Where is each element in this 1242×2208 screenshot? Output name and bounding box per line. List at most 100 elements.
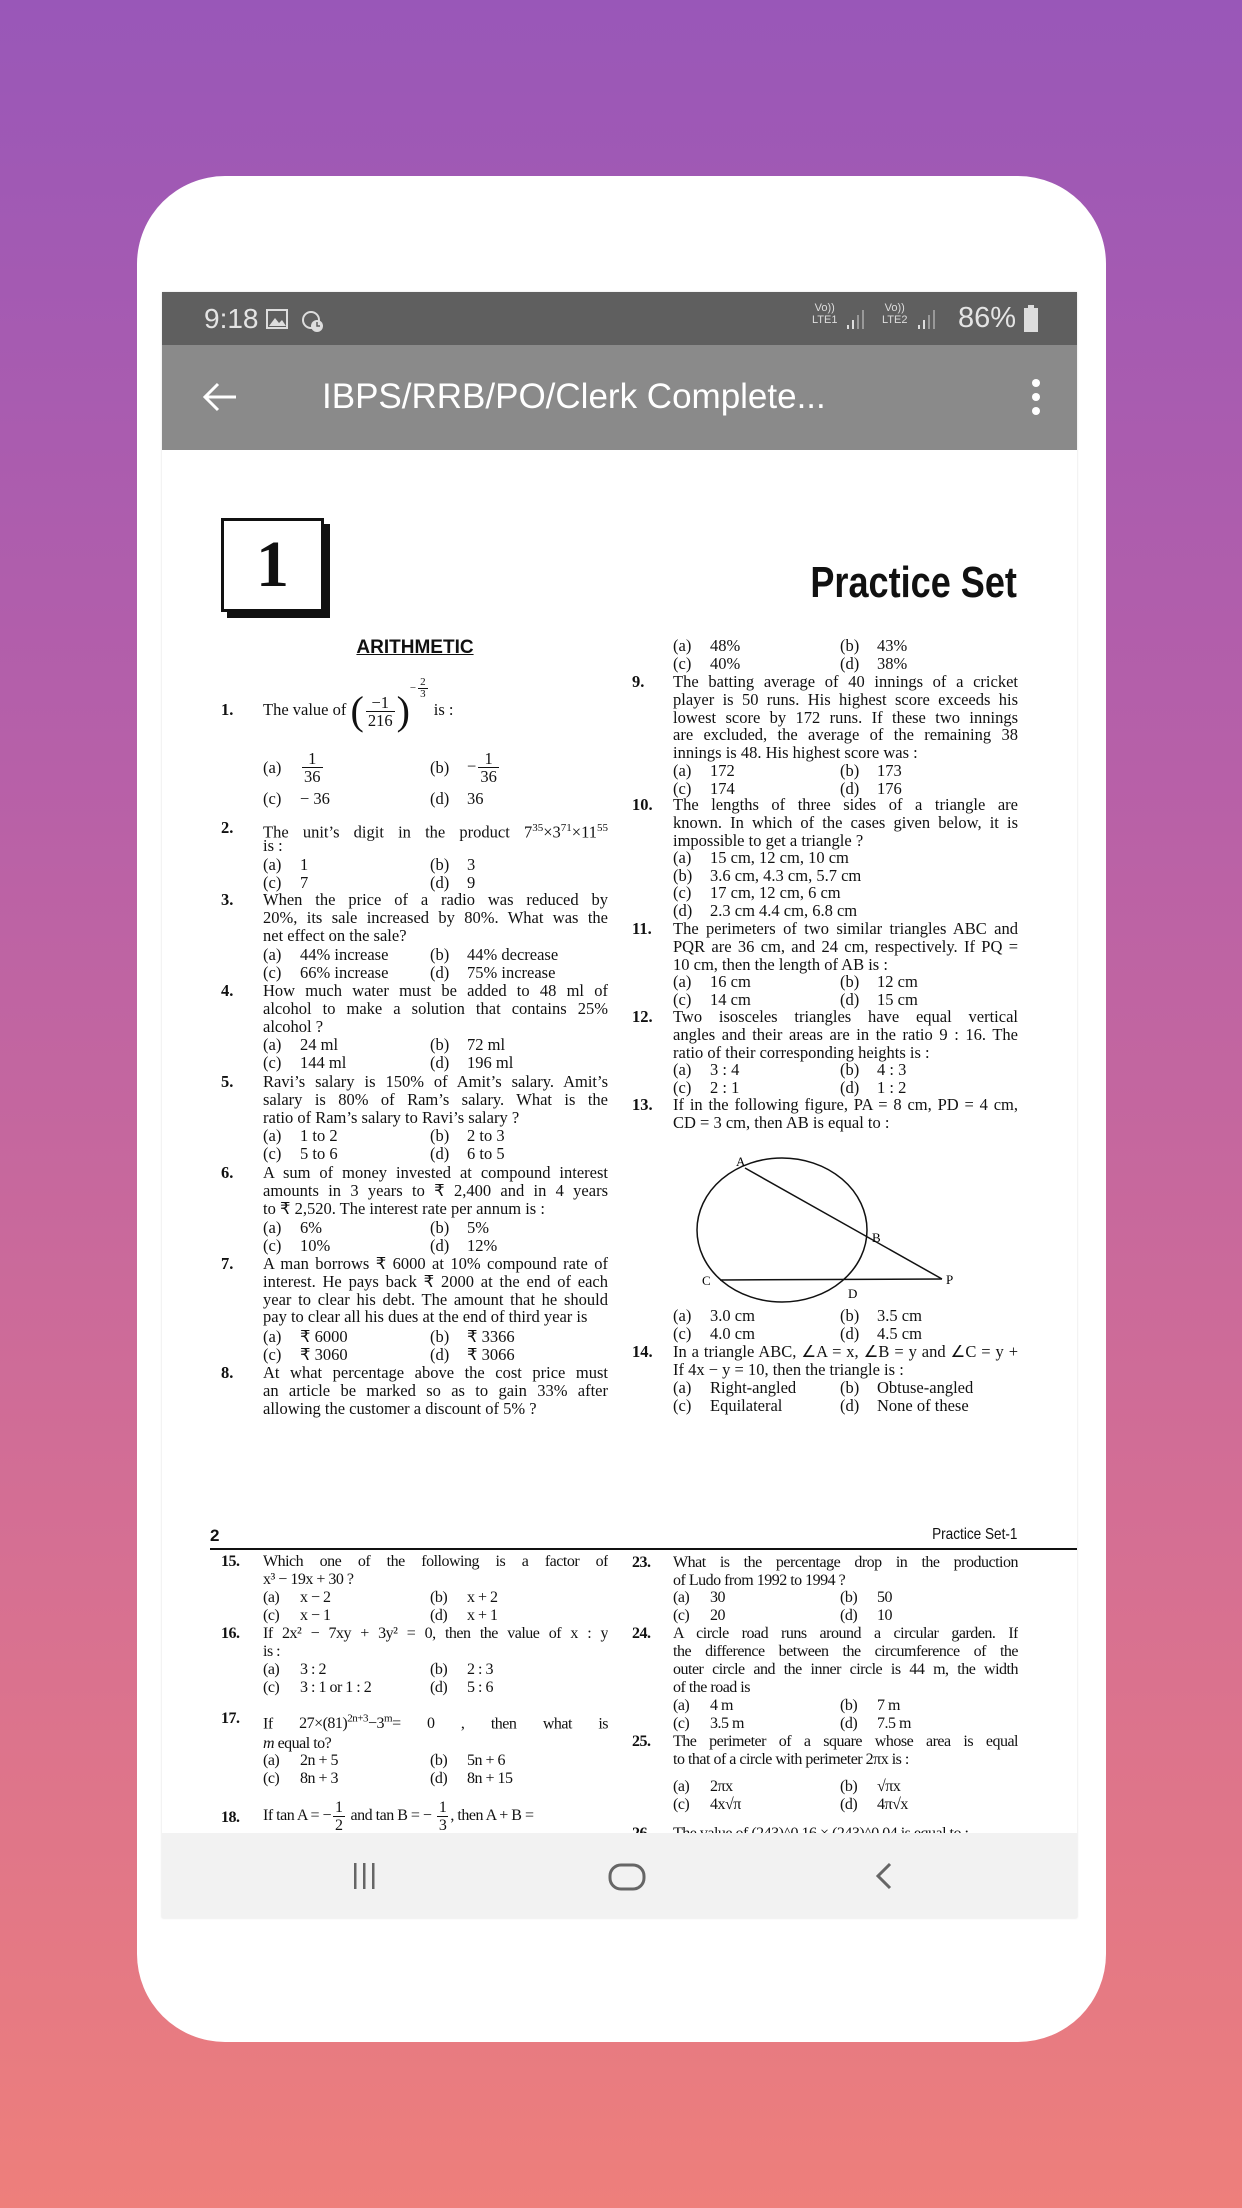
back-icon[interactable]: [874, 1861, 894, 1891]
back-arrow-icon[interactable]: [202, 381, 238, 413]
option-label: (b): [430, 1661, 448, 1678]
option-value: 176: [877, 778, 902, 798]
pdf-page-view[interactable]: 1 Practice Set ARITHMETIC A B C D P 2 Pr…: [162, 450, 1077, 1833]
option-label: (b): [840, 1589, 858, 1606]
option-label: (c): [263, 1770, 280, 1787]
option-label: (d): [673, 901, 693, 921]
option-label: (a): [263, 1661, 280, 1678]
denominator: 36: [302, 767, 323, 786]
question-number: 14.: [632, 1342, 653, 1361]
text: and tan B = −: [350, 1807, 432, 1825]
signal-icon: [918, 310, 935, 329]
secant-line-pc: [719, 1278, 943, 1281]
question-text-line: The perimeters of two similar triangles …: [673, 920, 1018, 938]
option-label: (b): [430, 945, 450, 964]
option-label: (a): [673, 972, 692, 991]
option-value: 2 to 3: [467, 1126, 505, 1145]
option-label: (c): [263, 1143, 282, 1163]
option-value: 8n + 15: [467, 1770, 513, 1787]
question-text-line: known. In which of the cases given below…: [673, 813, 1018, 832]
option-value: x + 2: [467, 1589, 498, 1606]
option-value: 174: [710, 778, 735, 798]
q1-prefix: The value of: [263, 699, 347, 719]
question-text-line: A man borrows ₹ 6000 at 10% compound rat…: [263, 1255, 608, 1273]
question-number: 4.: [221, 981, 234, 1000]
question-text-line: What is the percentage drop in the produ…: [673, 1554, 1018, 1571]
option-value: 5 : 6: [467, 1678, 493, 1696]
home-icon[interactable]: [608, 1863, 646, 1891]
option-label: (c): [673, 883, 692, 903]
option-value: 172: [710, 761, 735, 780]
option-label: (c): [263, 1235, 282, 1255]
option-label: (a): [673, 1306, 692, 1325]
value: − 36: [300, 789, 330, 808]
question-text-line: of Ludo from 1992 to 1994 ?: [673, 1572, 846, 1589]
question-number: 3.: [221, 890, 234, 909]
numerator: 1: [308, 749, 317, 768]
option-value: ₹ 6000: [300, 1327, 348, 1346]
option-value: 3 : 2: [300, 1661, 326, 1678]
option-value: None of these: [877, 1395, 969, 1415]
question-text-line: angles and their areas are in the ratio …: [673, 1025, 1018, 1044]
header-rule: [210, 1548, 1077, 1550]
question-number: 2.: [221, 818, 234, 837]
question-text-line: The lengths of three sides of a triangle…: [673, 796, 1018, 814]
option-label: (b): [430, 758, 450, 777]
option-label: (b): [840, 1378, 860, 1397]
recent-apps-icon[interactable]: [352, 1863, 376, 1889]
question-text-line: The perimeter of a square whose area is …: [673, 1733, 1018, 1750]
more-vert-icon[interactable]: [1030, 377, 1042, 417]
sign: −: [467, 756, 477, 776]
option-value: 72 ml: [467, 1035, 506, 1054]
option-label: (d): [430, 962, 450, 982]
question-number: 16.: [221, 1625, 240, 1642]
option-value: 7.5 m: [877, 1714, 911, 1732]
question-text-line: player is 50 runs. His highest score exc…: [673, 690, 1018, 709]
status-time: 9:18: [204, 303, 259, 334]
option-label: (d): [430, 789, 450, 808]
question-number: 13.: [632, 1095, 653, 1114]
question-text-line: At what percentage above the cost price …: [263, 1364, 608, 1382]
option-value: 40%: [710, 653, 741, 673]
option-value: 30: [710, 1589, 726, 1606]
option-label: (d): [430, 1052, 450, 1072]
option-value: 173: [877, 761, 902, 780]
secant-line-pa: [744, 1167, 943, 1280]
text: If tan A = −: [263, 1807, 332, 1825]
option-value: −1 36: [467, 750, 501, 785]
question-text-line: the difference between the circumference…: [673, 1643, 1018, 1660]
navigation-bar: [162, 1833, 1077, 1918]
chapter-number: 1: [256, 528, 289, 601]
option-value: 5 to 6: [300, 1143, 338, 1163]
option-value: 1 36: [300, 750, 325, 785]
option-value: 4x√π: [710, 1795, 741, 1813]
circle-secant-figure: A B C D P: [696, 1154, 953, 1303]
question-text-line: The batting average of 40 innings of a c…: [673, 673, 1018, 691]
option-label: (a): [673, 761, 692, 780]
question-text-line: alcohol ?: [263, 1017, 324, 1036]
question-text-line: PQR are 36 cm, and 24 cm, respectively. …: [673, 937, 1018, 956]
option-label: (c): [673, 1714, 690, 1732]
option-value: 4 m: [710, 1697, 733, 1714]
option-value: 15 cm, 12 cm, 10 cm: [710, 848, 849, 867]
option-value: 7: [300, 872, 309, 892]
option-label: (b): [840, 1060, 860, 1079]
app-bar: IBPS/RRB/PO/Clerk Complete...: [162, 345, 1077, 450]
option-label: (c): [263, 1344, 282, 1364]
option-label: (b): [430, 1589, 448, 1606]
fraction: −1 216: [365, 694, 395, 729]
option-label: (a): [673, 1060, 692, 1079]
option-label: (c): [263, 872, 282, 892]
option-label: (a): [673, 1589, 690, 1606]
option-label: (a): [263, 1126, 282, 1145]
option-label: (a): [263, 1327, 282, 1346]
option-label: (b): [430, 1126, 450, 1145]
option-value: √πx: [877, 1778, 901, 1795]
option-value: 44% decrease: [467, 945, 559, 964]
option-label: (b): [840, 1697, 858, 1714]
option-value: ₹ 3060: [300, 1344, 348, 1364]
exponent: 35: [532, 822, 544, 834]
sim1-indicator: Vo)) LTE1: [812, 302, 837, 326]
question-text-line: If tan A = −1 2 and tan B = − 13, then A +…: [263, 1799, 534, 1833]
option-value: 9: [467, 872, 476, 892]
